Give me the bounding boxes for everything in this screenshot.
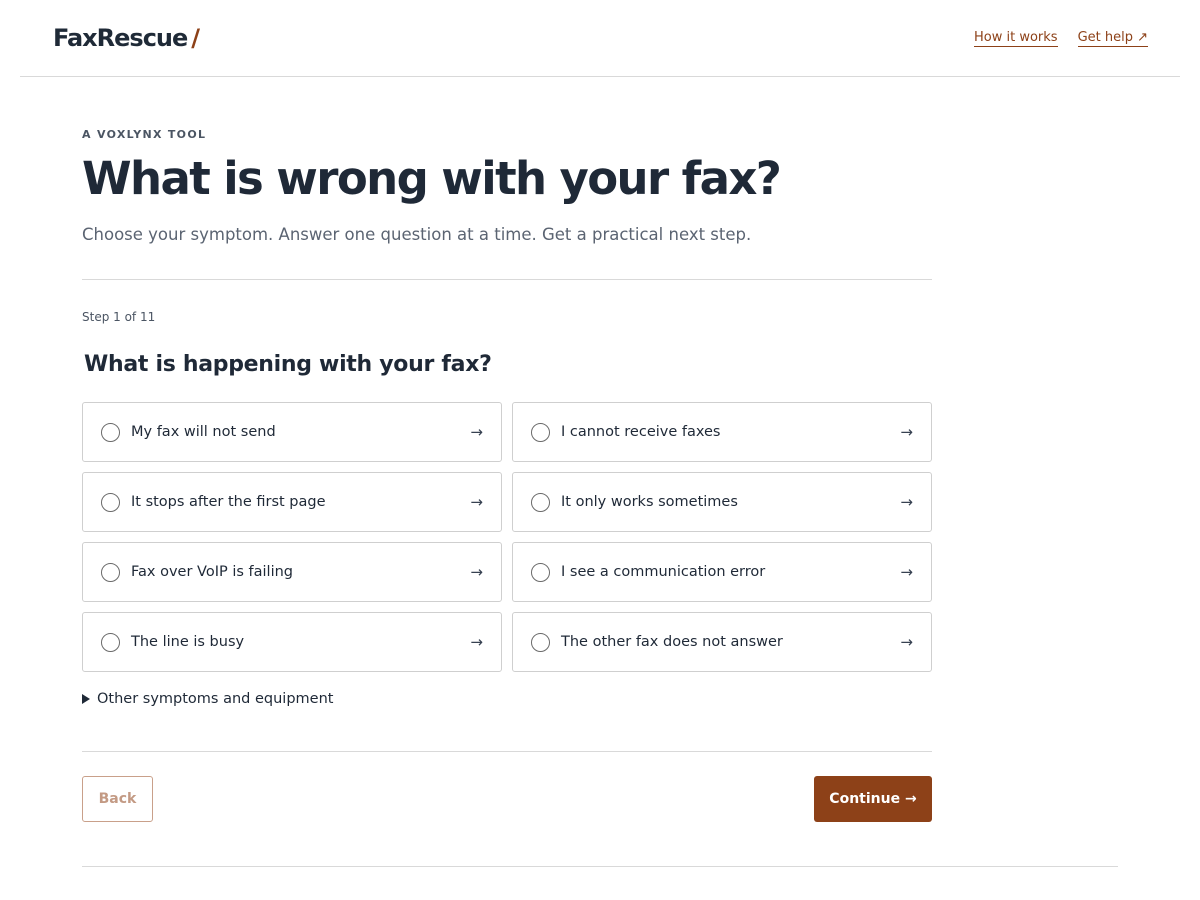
page-subtitle: Choose your symptom. Answer one question… [82,225,752,244]
arrow-right-icon: → [900,493,913,511]
radio-icon[interactable] [531,632,550,652]
option-label: Fax over VoIP is failing [131,564,293,580]
option-label: It only works sometimes [561,494,738,510]
continue-button[interactable]: Continue → [814,776,932,822]
radio-icon[interactable] [101,422,120,442]
arrow-right-icon: → [900,563,913,581]
option-label: My fax will not send [131,424,276,440]
other-symptoms-label: Other symptoms and equipment [97,691,334,707]
option-communication-error[interactable]: I see a communication error → [512,542,932,602]
divider [82,751,932,752]
arrow-right-icon: → [470,493,483,511]
get-help-link[interactable]: Get help ↗ [1077,30,1148,47]
option-line-busy[interactable]: The line is busy → [82,612,502,672]
symptom-options: My fax will not send → I cannot receive … [82,402,932,672]
header-nav: How it works Get help ↗ [973,30,1148,47]
option-label: The line is busy [131,634,245,650]
brand-name: FaxRescue [53,24,188,52]
arrow-right-icon: → [900,423,913,441]
arrow-right-icon: → [470,633,483,651]
option-cannot-receive[interactable]: I cannot receive faxes → [512,402,932,462]
option-label: I see a communication error [561,564,766,580]
radio-icon[interactable] [101,492,120,512]
radio-icon[interactable] [531,422,550,442]
step-indicator: Step 1 of 11 [82,310,156,324]
option-stops-after-first-page[interactable]: It stops after the first page → [82,472,502,532]
radio-icon[interactable] [101,632,120,652]
option-voip-failing[interactable]: Fax over VoIP is failing → [82,542,502,602]
arrow-right-icon: → [470,563,483,581]
site-header: FaxRescue / How it works Get help ↗ [20,0,1180,77]
back-button[interactable]: Back [82,776,153,822]
option-label: The other fax does not answer [561,634,783,650]
how-it-works-link[interactable]: How it works [973,30,1058,47]
page-title: What is wrong with your fax? [82,152,782,205]
brand-logo[interactable]: FaxRescue / [53,24,200,52]
disclosure-triangle-icon [82,694,90,704]
option-label: I cannot receive faxes [561,424,721,440]
footer-divider [82,866,1118,867]
option-fax-will-not-send[interactable]: My fax will not send → [82,402,502,462]
radio-icon[interactable] [531,492,550,512]
option-works-sometimes[interactable]: It only works sometimes → [512,472,932,532]
option-label: It stops after the first page [131,494,326,510]
question-heading: What is happening with your fax? [84,352,492,377]
radio-icon[interactable] [531,562,550,582]
option-other-fax-no-answer[interactable]: The other fax does not answer → [512,612,932,672]
brand-slash: / [191,24,200,52]
radio-icon[interactable] [101,562,120,582]
other-symptoms-disclosure[interactable]: Other symptoms and equipment [82,691,333,707]
eyebrow-label: A VOXLYNX TOOL [82,128,207,141]
page: FaxRescue / How it works Get help ↗ A VOX… [0,0,1200,900]
divider [82,279,932,280]
arrow-right-icon: → [470,423,483,441]
arrow-right-icon: → [900,633,913,651]
